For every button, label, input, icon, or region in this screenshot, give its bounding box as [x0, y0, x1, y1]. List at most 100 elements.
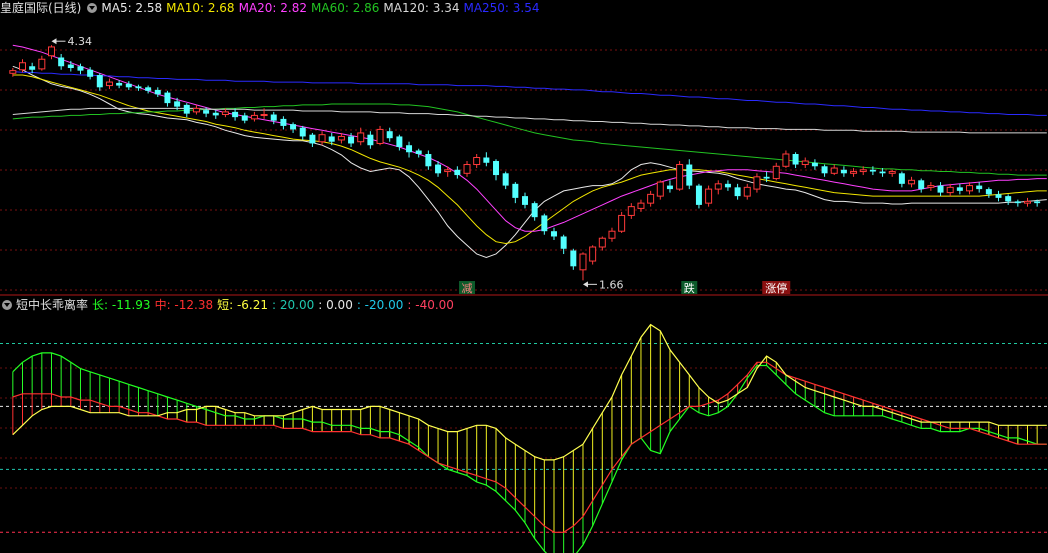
candle-body [560, 236, 567, 249]
candle-body [772, 165, 780, 180]
candle-body [328, 136, 335, 142]
candle-body [811, 162, 818, 167]
candle-body [985, 189, 992, 195]
legend-item: MA120: 3.34 [383, 1, 460, 15]
candle-body [1005, 196, 1012, 202]
legend-item: MA20: 2.82 [238, 1, 307, 15]
price-marker-arrowhead [582, 281, 588, 288]
candle-body [946, 186, 954, 194]
legend-item: MA60: 2.86 [311, 1, 380, 15]
candle-body [937, 185, 944, 193]
candle-body [454, 169, 461, 176]
candle-body [232, 111, 239, 118]
candle-body [686, 164, 693, 186]
candle-body [18, 62, 26, 71]
candle-body [647, 193, 655, 204]
settings-dropdown-icon[interactable] [87, 3, 98, 13]
legend-item: : -20.00 [356, 298, 404, 312]
candle-body [753, 176, 761, 190]
candle-body [183, 104, 190, 114]
candle-body [995, 194, 1002, 198]
price-marker-label: 1.66 [599, 278, 624, 291]
signal-label: 跌 [684, 281, 695, 295]
candle-body [250, 114, 258, 120]
candle-body [888, 171, 896, 174]
candle-body [1014, 201, 1021, 204]
candle-body [637, 202, 645, 209]
candle-body [676, 164, 684, 190]
candle-body [695, 185, 702, 205]
candle-body [801, 160, 809, 166]
candle-body [77, 66, 84, 71]
candle-body [116, 82, 123, 86]
candle-body [512, 183, 519, 198]
candle-body [976, 185, 983, 190]
candle-body [714, 183, 722, 190]
candle-body [627, 206, 635, 216]
legend-item: : 0.00 [318, 298, 353, 312]
candle-body [879, 171, 886, 174]
candle-body [367, 134, 374, 146]
price-marker-arrowhead [51, 38, 57, 45]
candle-body [598, 237, 606, 248]
candle-body [270, 114, 277, 121]
candle-body [763, 176, 770, 179]
candle-body [483, 157, 490, 163]
candle-body [502, 173, 509, 186]
candle-body [212, 112, 219, 116]
candle-body [58, 57, 65, 67]
candle-body [96, 75, 103, 88]
candle-body [570, 250, 577, 267]
candle-body [406, 145, 413, 153]
candle-body [87, 69, 94, 77]
price-panel-title[interactable]: 皇庭国际(日线) [0, 1, 81, 15]
chart-canvas: 4.34 1.66 减 跌 涨停 [0, 35, 1048, 553]
candle-body [956, 187, 963, 191]
candle-body [898, 173, 905, 184]
legend-item: : 20.00 [272, 298, 315, 312]
candle-body [608, 230, 616, 239]
candle-body [154, 89, 161, 95]
candle-body [290, 124, 297, 130]
candle-body [724, 183, 731, 188]
candle-body [9, 70, 17, 74]
legend-item: MA5: 2.58 [101, 1, 163, 15]
candle-body [221, 111, 229, 116]
candle-body [192, 107, 200, 113]
candle-body [318, 134, 326, 143]
candle-body [782, 153, 790, 167]
candle-body [531, 203, 538, 218]
candle-body [840, 169, 847, 174]
candle-body [348, 136, 355, 144]
candle-body [541, 215, 548, 232]
signal-label: 减 [462, 282, 473, 295]
candle-body [589, 246, 597, 262]
candle-body [396, 136, 403, 147]
legend-item: MA10: 2.68 [166, 1, 235, 15]
candle-body [174, 101, 181, 107]
candle-body [1034, 201, 1041, 204]
ma-legend: MA5: 2.58 MA10: 2.68 MA20: 2.82 MA60: 2.86 M… [101, 1, 543, 15]
candle-body [792, 154, 799, 165]
legend-item: : -40.00 [407, 298, 454, 312]
settings-dropdown-icon[interactable] [2, 300, 12, 310]
candle-body [29, 66, 36, 70]
candle-body [444, 169, 452, 173]
price-marker-label: 4.34 [67, 35, 92, 48]
candle-body [47, 46, 55, 57]
candle-body [743, 186, 751, 197]
candle-body [734, 187, 741, 197]
indicator-legend: 长: -11.93 中: -12.38 短: -6.21: 20.00: 0.00:… [92, 298, 458, 312]
candle-body [666, 185, 673, 190]
candle-body [493, 161, 500, 176]
candle-body [522, 196, 528, 205]
legend-item: 短: -6.21 [217, 298, 269, 312]
indicator-panel-title[interactable]: 短中长乖离率 [16, 298, 88, 312]
indicator-panel-header: 短中长乖离率 长: -11.93 中: -12.38 短: -6.21: 20.00:… [0, 297, 462, 313]
candle-body [656, 181, 664, 197]
ma-line-ma120 [12, 107, 1047, 134]
legend-item: MA250: 3.54 [463, 1, 540, 15]
candle-body [203, 110, 210, 114]
candle-body [908, 179, 916, 185]
candle-body [618, 214, 626, 232]
